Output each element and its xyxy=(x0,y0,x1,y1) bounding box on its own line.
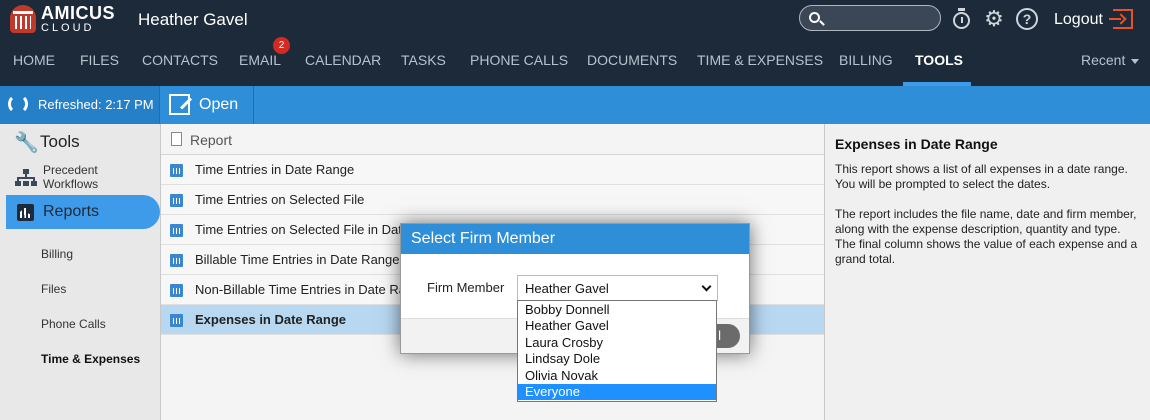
bar-chart-icon xyxy=(17,204,34,221)
search-input[interactable] xyxy=(826,9,936,27)
main-nav: HOME FILES CONTACTS EMAIL CALENDAR TASKS… xyxy=(0,40,1150,86)
report-icon xyxy=(170,224,183,237)
nav-contacts[interactable]: CONTACTS xyxy=(142,52,218,68)
report-row[interactable]: Time Entries on Selected File xyxy=(161,185,824,215)
logo-icon xyxy=(10,5,36,33)
open-button[interactable]: Open xyxy=(161,86,254,124)
sidebar-sub-phone-calls[interactable]: Phone Calls xyxy=(41,317,106,331)
report-row[interactable]: Time Entries in Date Range xyxy=(161,155,824,185)
recent-label: Recent xyxy=(1081,52,1126,68)
nav-documents[interactable]: DOCUMENTS xyxy=(587,52,677,68)
nav-home[interactable]: HOME xyxy=(13,52,55,68)
report-row-label: Expenses in Date Range xyxy=(195,312,346,327)
report-icon xyxy=(170,314,183,327)
help-icon[interactable]: ? xyxy=(1016,8,1038,30)
dialog-title: Select Firm Member xyxy=(411,230,556,247)
nav-time-expenses[interactable]: TIME & EXPENSES xyxy=(697,52,823,68)
dropdown-option[interactable]: Bobby Donnell xyxy=(518,302,716,318)
report-icon xyxy=(170,254,183,267)
nav-recent[interactable]: Recent xyxy=(1081,52,1140,68)
detail-description-more: The report includes the file name, date … xyxy=(835,207,1138,266)
sidebar-item-tools[interactable]: 🔧Tools xyxy=(14,132,80,153)
logout-icon[interactable] xyxy=(1109,9,1133,29)
dropdown-option[interactable]: Heather Gavel xyxy=(518,318,716,334)
search-icon[interactable] xyxy=(809,12,820,23)
firm-member-select[interactable]: Heather Gavel xyxy=(517,275,718,301)
detail-description: This report shows a list of all expenses… xyxy=(835,162,1128,191)
action-toolbar: Refreshed: 2:17 PM Open xyxy=(0,86,1150,124)
dropdown-option-highlighted[interactable]: Everyone xyxy=(518,384,716,400)
list-header-label: Report xyxy=(190,132,233,148)
user-name: Heather Gavel xyxy=(138,10,248,29)
nav-billing[interactable]: BILLING xyxy=(839,52,893,68)
report-icon xyxy=(170,194,183,207)
workflow-icon xyxy=(15,169,37,187)
logo-main-text: AMICUS xyxy=(41,3,115,23)
report-icon xyxy=(170,164,183,177)
report-row-label: Time Entries in Date Range xyxy=(195,162,355,177)
firm-member-dropdown: Bobby Donnell Heather Gavel Laura Crosby… xyxy=(517,300,717,402)
top-bar: AMICUS CLOUD Heather Gavel ⚙ ? Logout xyxy=(0,0,1150,40)
sidebar-precedent-label: Precedent Workflows xyxy=(43,163,99,191)
report-icon xyxy=(170,284,183,297)
open-external-icon xyxy=(169,94,190,115)
sidebar-item-reports[interactable]: Reports xyxy=(6,195,160,229)
refresh-icon xyxy=(8,94,28,114)
logo-sub-text: CLOUD xyxy=(41,22,95,34)
document-icon xyxy=(171,132,182,146)
gear-icon[interactable]: ⚙ xyxy=(983,8,1005,30)
sidebar-sub-files[interactable]: Files xyxy=(41,282,66,296)
dropdown-option[interactable]: Olivia Novak xyxy=(518,368,716,384)
dropdown-option[interactable]: Lindsay Dole xyxy=(518,351,716,367)
logout-link[interactable]: Logout xyxy=(1054,11,1103,29)
list-header[interactable]: Report xyxy=(161,124,824,155)
email-badge: 2 xyxy=(273,37,290,54)
sidebar-sub-time-expenses[interactable]: Time & Expenses xyxy=(41,352,140,366)
wrench-icon: 🔧 xyxy=(14,132,39,154)
report-row-label: Time Entries on Selected File xyxy=(195,192,365,207)
dropdown-option[interactable]: Laura Crosby xyxy=(518,335,716,351)
nav-files[interactable]: FILES xyxy=(80,52,119,68)
nav-email[interactable]: EMAIL xyxy=(239,52,281,68)
refresh-button[interactable]: Refreshed: 2:17 PM xyxy=(0,86,160,124)
amicus-logo[interactable]: AMICUS CLOUD xyxy=(10,4,115,34)
nav-phone-calls[interactable]: PHONE CALLS xyxy=(470,52,568,68)
search-box[interactable] xyxy=(799,5,941,31)
sidebar-tools-label: Tools xyxy=(40,132,80,151)
refreshed-label: Refreshed: 2:17 PM xyxy=(38,97,154,112)
logo-text: AMICUS CLOUD xyxy=(41,4,115,34)
report-row-label: Non-Billable Time Entries in Date Range xyxy=(195,282,428,297)
open-label: Open xyxy=(199,96,239,113)
sidebar: 🔧Tools Precedent Workflows Reports Billi… xyxy=(0,124,161,420)
sidebar-reports-label: Reports xyxy=(43,203,100,220)
firm-member-selected-value: Heather Gavel xyxy=(525,281,609,296)
report-detail-panel: Expenses in Date Range This report shows… xyxy=(824,124,1150,420)
timer-icon[interactable] xyxy=(951,8,973,30)
nav-tools[interactable]: TOOLS xyxy=(915,52,963,68)
firm-member-label: Firm Member xyxy=(427,280,505,295)
nav-calendar[interactable]: CALENDAR xyxy=(305,52,381,68)
detail-title: Expenses in Date Range xyxy=(835,136,998,152)
report-row-label: Billable Time Entries in Date Range xyxy=(195,252,400,267)
chevron-down-icon xyxy=(701,281,712,292)
nav-tasks[interactable]: TASKS xyxy=(401,52,446,68)
sidebar-sub-billing[interactable]: Billing xyxy=(41,247,73,261)
dialog-title-bar: Select Firm Member xyxy=(401,224,749,254)
chevron-down-icon xyxy=(1131,58,1140,64)
